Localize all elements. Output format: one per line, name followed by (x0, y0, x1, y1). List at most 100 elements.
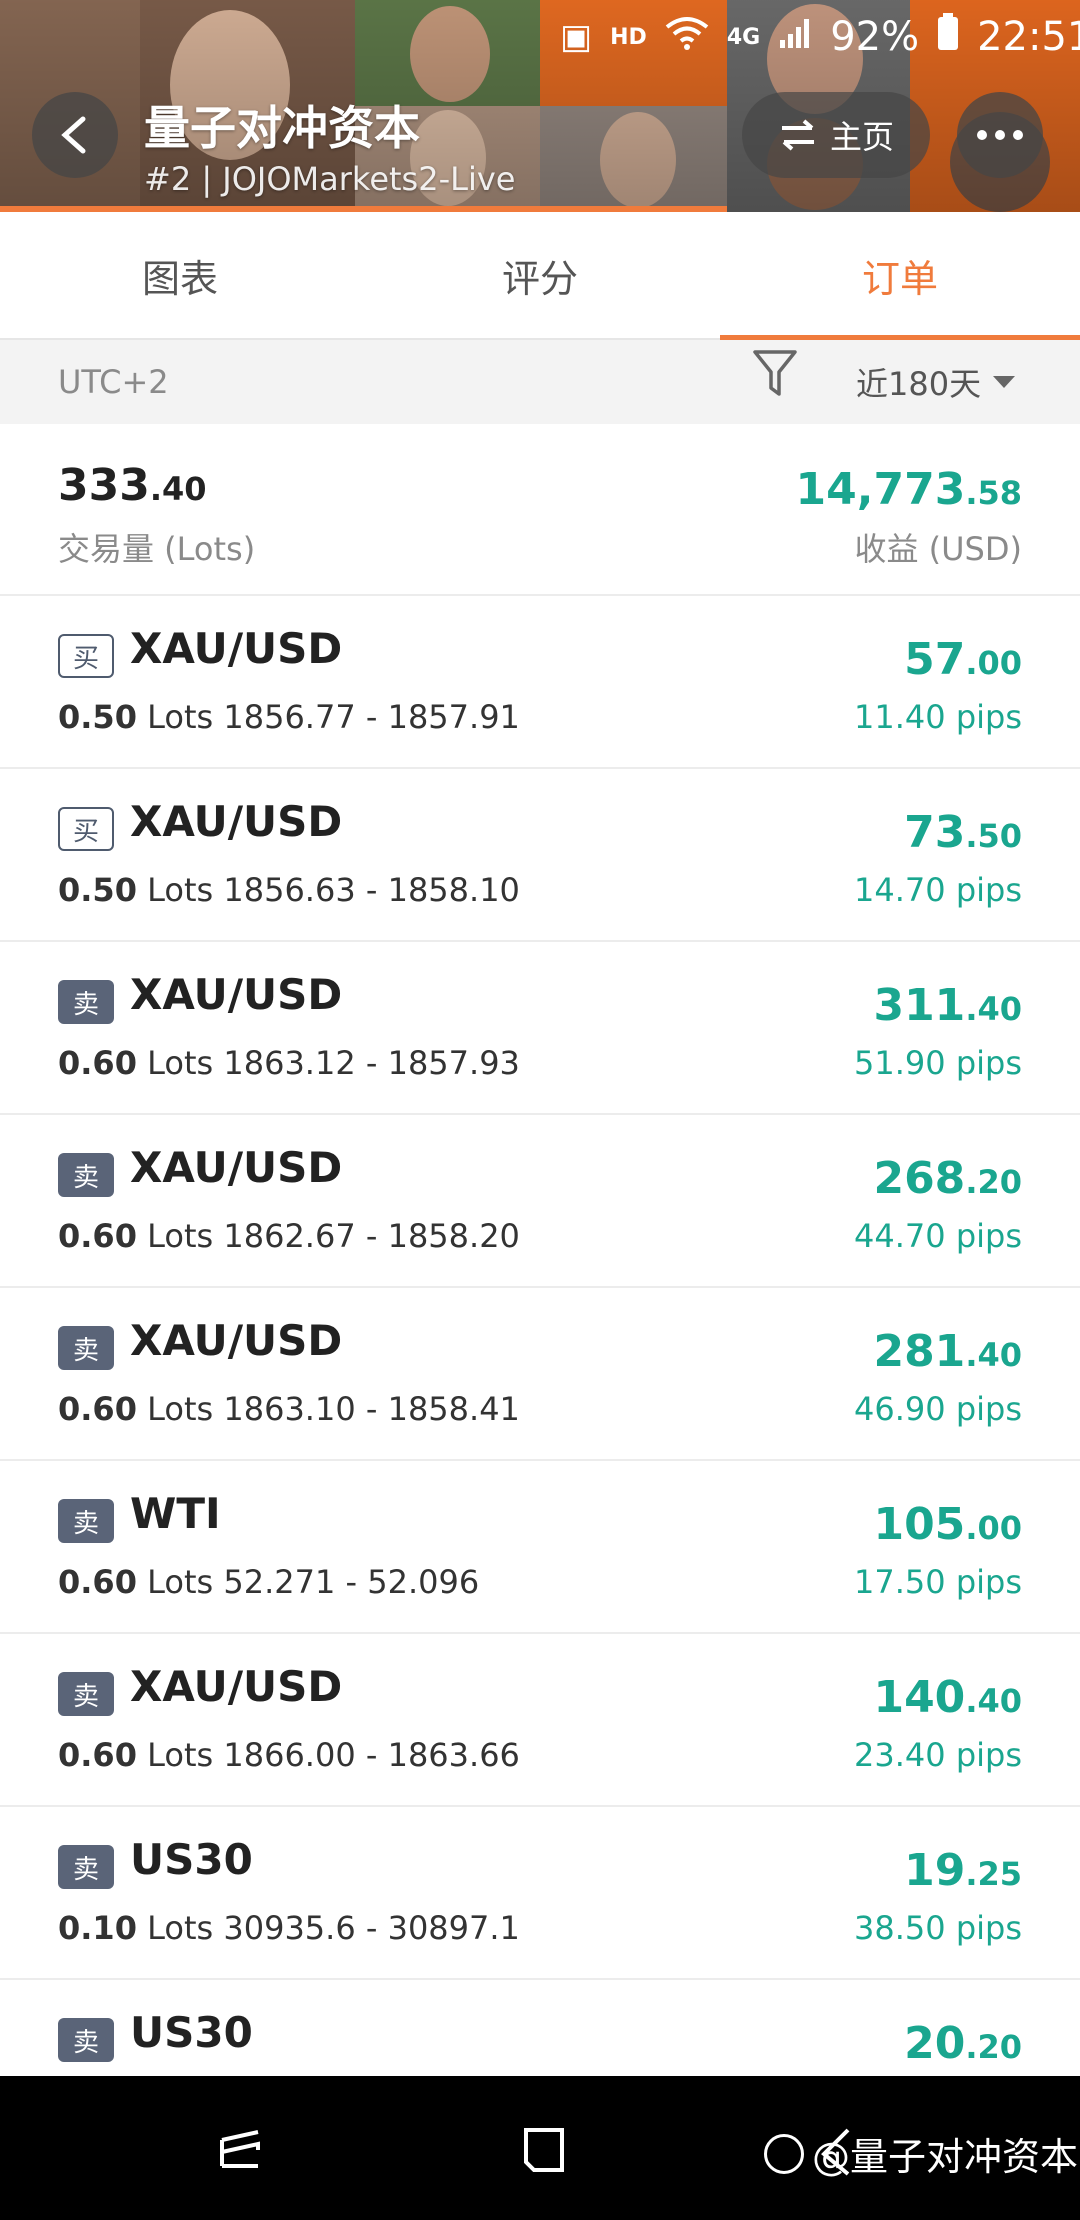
total-profit-int: 14,773 (795, 464, 966, 515)
order-profit-dec: .40 (965, 990, 1022, 1028)
tab-orders[interactable]: 订单 (720, 212, 1080, 340)
app-root: ▣ HD 4G 92% 22:51 量子对冲资本 #2 | JOJOMarket… (0, 0, 1080, 2220)
recent-apps-icon[interactable] (214, 2122, 270, 2178)
caret-down-icon (993, 376, 1016, 388)
order-profit-int: 268 (873, 1153, 966, 1204)
order-pips: 38.50 pips (854, 1909, 1022, 1947)
order-symbol: US30 (130, 1835, 253, 1884)
order-symbol: XAU/USD (130, 624, 343, 673)
clock: 22:51 (977, 14, 1080, 60)
order-lots-unit: Lots (147, 871, 214, 909)
total-lots-label: 交易量 (Lots) (58, 530, 256, 568)
back-button[interactable] (32, 92, 118, 178)
order-row[interactable]: 卖 XAU/USD 0.60 Lots 1863.12 - 1857.93 31… (0, 942, 1080, 1115)
order-profit-dec: .50 (965, 817, 1022, 855)
order-symbol: XAU/USD (130, 1316, 343, 1365)
order-profit-int: 281 (873, 1326, 966, 1377)
network-type: 4G (726, 24, 761, 50)
order-detail: 0.10 Lots 30935.6 - 30897.1 (58, 1909, 520, 1947)
signal-icon (778, 16, 812, 59)
order-profit: 105.00 (873, 1499, 1022, 1550)
order-row[interactable]: 卖 WTI 0.60 Lots 52.271 - 52.096 105.00 1… (0, 1461, 1080, 1634)
sell-badge: 卖 (58, 1499, 114, 1543)
order-lots: 0.50 (58, 698, 137, 736)
order-lots-unit: Lots (147, 1044, 214, 1082)
order-profit: 19.25 (904, 1845, 1022, 1896)
header-banner: ▣ HD 4G 92% 22:51 量子对冲资本 #2 | JOJOMarket… (0, 0, 1080, 212)
order-profit-int: 57 (904, 634, 966, 685)
order-profit-dec: .40 (965, 1682, 1022, 1720)
hd-indicator: HD (610, 24, 647, 50)
home-nav-icon[interactable] (516, 2122, 572, 2178)
order-profit: 311.40 (873, 980, 1022, 1031)
switch-icon (781, 119, 814, 151)
home-button[interactable]: 主页 (742, 92, 930, 178)
order-detail: 0.60 Lots 52.271 - 52.096 (58, 1563, 479, 1601)
order-lots-unit: Lots (147, 1563, 214, 1601)
order-symbol: WTI (130, 1489, 221, 1538)
order-profit: 73.50 (904, 807, 1022, 858)
date-range-dropdown[interactable]: 近180天 (856, 359, 1016, 405)
order-pips: 44.70 pips (854, 1217, 1022, 1255)
dot-icon (995, 130, 1005, 140)
order-profit-dec: .00 (965, 1509, 1022, 1547)
order-lots: 0.10 (58, 1909, 137, 1947)
order-prices: 30935.6 - 30897.1 (223, 1909, 520, 1947)
order-profit: 57.00 (904, 634, 1022, 685)
order-profit-dec: .20 (965, 2028, 1022, 2066)
sell-badge: 卖 (58, 980, 114, 1024)
order-lots: 0.50 (58, 871, 137, 909)
order-prices: 1862.67 - 1858.20 (223, 1217, 520, 1255)
account-subtitle: #2 | JOJOMarkets2-Live (144, 160, 516, 198)
order-profit-dec: .00 (965, 644, 1022, 682)
home-button-label: 主页 (829, 118, 894, 156)
order-lots-unit: Lots (147, 1736, 214, 1774)
total-lots-int: 333 (58, 460, 150, 511)
sell-badge: 卖 (58, 1326, 114, 1370)
order-profit-int: 20 (904, 2018, 966, 2069)
order-profit: 140.40 (873, 1672, 1022, 1723)
dot-icon (1013, 130, 1023, 140)
order-row[interactable]: 卖 XAU/USD 0.60 Lots 1862.67 - 1858.20 26… (0, 1115, 1080, 1288)
tab-rating[interactable]: 评分 (360, 212, 720, 338)
order-profit: 20.20 (904, 2018, 1022, 2069)
order-symbol: XAU/USD (130, 970, 343, 1019)
order-lots-unit: Lots (147, 698, 214, 736)
order-pips: 23.40 pips (854, 1736, 1022, 1774)
status-bar: ▣ HD 4G 92% 22:51 (560, 0, 1080, 74)
order-pips: 46.90 pips (854, 1390, 1022, 1428)
tab-chart[interactable]: 图表 (0, 212, 360, 338)
order-row[interactable]: 买 XAU/USD 0.50 Lots 1856.63 - 1858.10 73… (0, 769, 1080, 942)
order-lots: 0.60 (58, 1390, 137, 1428)
order-profit-dec: .25 (965, 1855, 1022, 1893)
order-detail: 0.60 Lots 1866.00 - 1863.66 (58, 1736, 520, 1774)
order-lots: 0.60 (58, 1736, 137, 1774)
order-row[interactable]: 卖 XAU/USD 0.60 Lots 1863.10 - 1858.41 28… (0, 1288, 1080, 1461)
order-pips: 11.40 pips (854, 698, 1022, 736)
sell-badge: 卖 (58, 1845, 114, 1889)
order-lots: 0.60 (58, 1563, 137, 1601)
filter-icon[interactable] (752, 348, 798, 400)
summary-panel: 333.40 交易量 (Lots) 14,773.58 收益 (USD) (0, 424, 1080, 596)
order-lots-unit: Lots (147, 1217, 214, 1255)
order-prices: 1866.00 - 1863.66 (223, 1736, 520, 1774)
more-options-button[interactable] (957, 92, 1043, 178)
battery-saver-icon: ▣ (560, 17, 593, 57)
order-detail: 0.50 Lots 1856.63 - 1858.10 (58, 871, 520, 909)
chevron-left-icon (61, 116, 86, 154)
sell-badge: 卖 (58, 1153, 114, 1197)
order-prices: 1856.77 - 1857.91 (223, 698, 520, 736)
order-detail: 0.50 Lots 1856.77 - 1857.91 (58, 698, 520, 736)
order-symbol: XAU/USD (130, 1662, 343, 1711)
order-row[interactable]: 卖 US30 0.10 Lots 30935.6 - 30897.1 19.25… (0, 1807, 1080, 1980)
order-lots-unit: Lots (147, 1909, 214, 1947)
order-row[interactable]: 卖 XAU/USD 0.60 Lots 1866.00 - 1863.66 14… (0, 1634, 1080, 1807)
order-symbol: US30 (130, 2008, 253, 2057)
order-prices: 1856.63 - 1858.10 (223, 871, 520, 909)
order-row[interactable]: 买 XAU/USD 0.50 Lots 1856.77 - 1857.91 57… (0, 596, 1080, 769)
battery-icon (937, 13, 959, 61)
sell-badge: 卖 (58, 2018, 114, 2062)
wifi-icon (665, 15, 709, 60)
order-profit: 281.40 (873, 1326, 1022, 1377)
date-range-label: 近180天 (856, 365, 982, 403)
